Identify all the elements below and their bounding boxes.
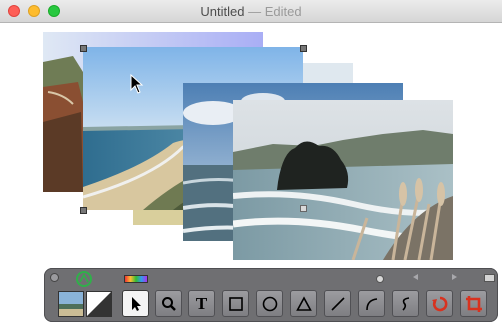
selection-handle-top-left[interactable] [80, 45, 87, 52]
arrow-tool[interactable] [122, 290, 149, 317]
line-icon [330, 296, 345, 311]
image-thumbnail[interactable] [58, 291, 84, 317]
title-bar: Untitled — Edited [0, 0, 502, 23]
crop-icon [465, 295, 482, 312]
arrow-cursor-icon [131, 296, 141, 311]
window-title: Untitled — Edited [0, 4, 502, 19]
triangle-icon [295, 295, 312, 311]
palette-close-button[interactable] [50, 273, 59, 282]
squiggle-icon [401, 296, 409, 311]
zoom-tool[interactable] [155, 290, 182, 317]
arc-icon [365, 297, 377, 310]
oval-tool[interactable] [256, 290, 283, 317]
previous-arrow-icon[interactable] [412, 273, 420, 281]
text-tool[interactable]: T [188, 290, 215, 317]
selection-handle-bottom-left[interactable] [80, 207, 87, 214]
accent-green-icon[interactable] [76, 271, 92, 287]
circle-icon [262, 296, 277, 311]
freehand-tool[interactable] [392, 290, 419, 317]
document-name: Untitled [200, 4, 245, 19]
crop-tool[interactable] [460, 290, 487, 317]
line-tool[interactable] [324, 290, 351, 317]
edited-status: Edited [264, 4, 302, 19]
mouse-cursor-icon [130, 74, 144, 94]
rectangle-tool[interactable] [222, 290, 249, 317]
palette-collapse-button[interactable] [484, 274, 495, 282]
photo-rock-beach[interactable] [233, 100, 453, 260]
fill-stroke-swatch[interactable] [86, 291, 112, 317]
text-T-icon: T [195, 294, 208, 313]
selection-handle-bottom-right[interactable] [300, 205, 307, 212]
color-picker-swatch[interactable] [124, 275, 148, 283]
magnifier-icon [161, 296, 176, 311]
rotate-icon [431, 296, 447, 311]
opacity-slider-knob[interactable] [376, 275, 384, 283]
arc-tool[interactable] [358, 290, 385, 317]
selection-handle-top-right[interactable] [300, 45, 307, 52]
triangle-tool[interactable] [290, 290, 317, 317]
square-icon [228, 296, 243, 311]
rotate-tool[interactable] [426, 290, 453, 317]
title-separator: — [248, 4, 262, 19]
next-arrow-icon[interactable] [450, 273, 458, 281]
